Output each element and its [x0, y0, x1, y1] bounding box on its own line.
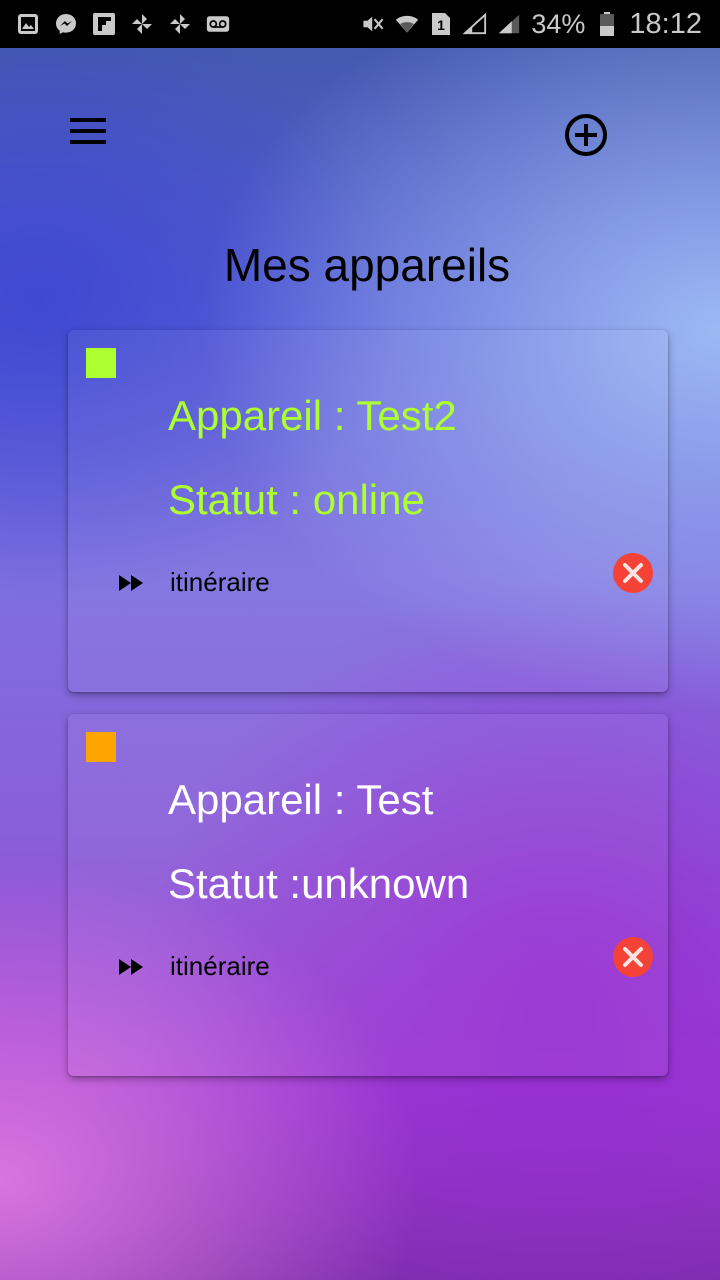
device-status: Statut : online: [168, 476, 425, 523]
itinerary-label: itinéraire: [170, 951, 270, 981]
page-title: Mes appareils: [223, 239, 511, 291]
pinwheel-icon: [130, 12, 154, 36]
close-circle-icon[interactable]: [612, 552, 654, 594]
fast-forward-icon: [118, 956, 146, 978]
device-card[interactable]: Appareil : Test2 Statut : online itinéra…: [68, 330, 668, 692]
voicemail-icon: [206, 12, 230, 36]
battery-percent: 34%: [531, 8, 586, 39]
fast-forward-icon: [118, 572, 146, 594]
itinerary-label: itinéraire: [170, 567, 270, 597]
device-name: Appareil : Test2: [168, 392, 457, 439]
signal-icon: [497, 12, 521, 36]
battery-icon: [595, 12, 619, 36]
flipboard-icon: [92, 12, 116, 36]
sim1-icon: 1: [429, 12, 453, 36]
itinerary-link[interactable]: itinéraire: [118, 951, 270, 982]
messenger-icon: [54, 12, 78, 36]
svg-text:1: 1: [437, 17, 445, 33]
close-circle-icon[interactable]: [612, 936, 654, 978]
signal-icon: [463, 12, 487, 36]
add-circle-icon[interactable]: [563, 112, 609, 158]
pinwheel-icon: [168, 12, 192, 36]
clock: 18:12: [629, 7, 702, 40]
gallery-icon: [16, 12, 40, 36]
status-indicator: [86, 732, 116, 762]
mute-icon: [361, 12, 385, 36]
wifi-icon: [395, 12, 419, 36]
status-indicator: [86, 348, 116, 378]
device-card[interactable]: Appareil : Test Statut :unknown itinérai…: [68, 714, 668, 1076]
hamburger-menu-icon[interactable]: [68, 116, 108, 148]
itinerary-link[interactable]: itinéraire: [118, 567, 270, 598]
device-status: Statut :unknown: [168, 860, 470, 907]
system-status-bar: 1 34% 18:12: [0, 0, 720, 48]
device-name: Appareil : Test: [168, 776, 434, 823]
